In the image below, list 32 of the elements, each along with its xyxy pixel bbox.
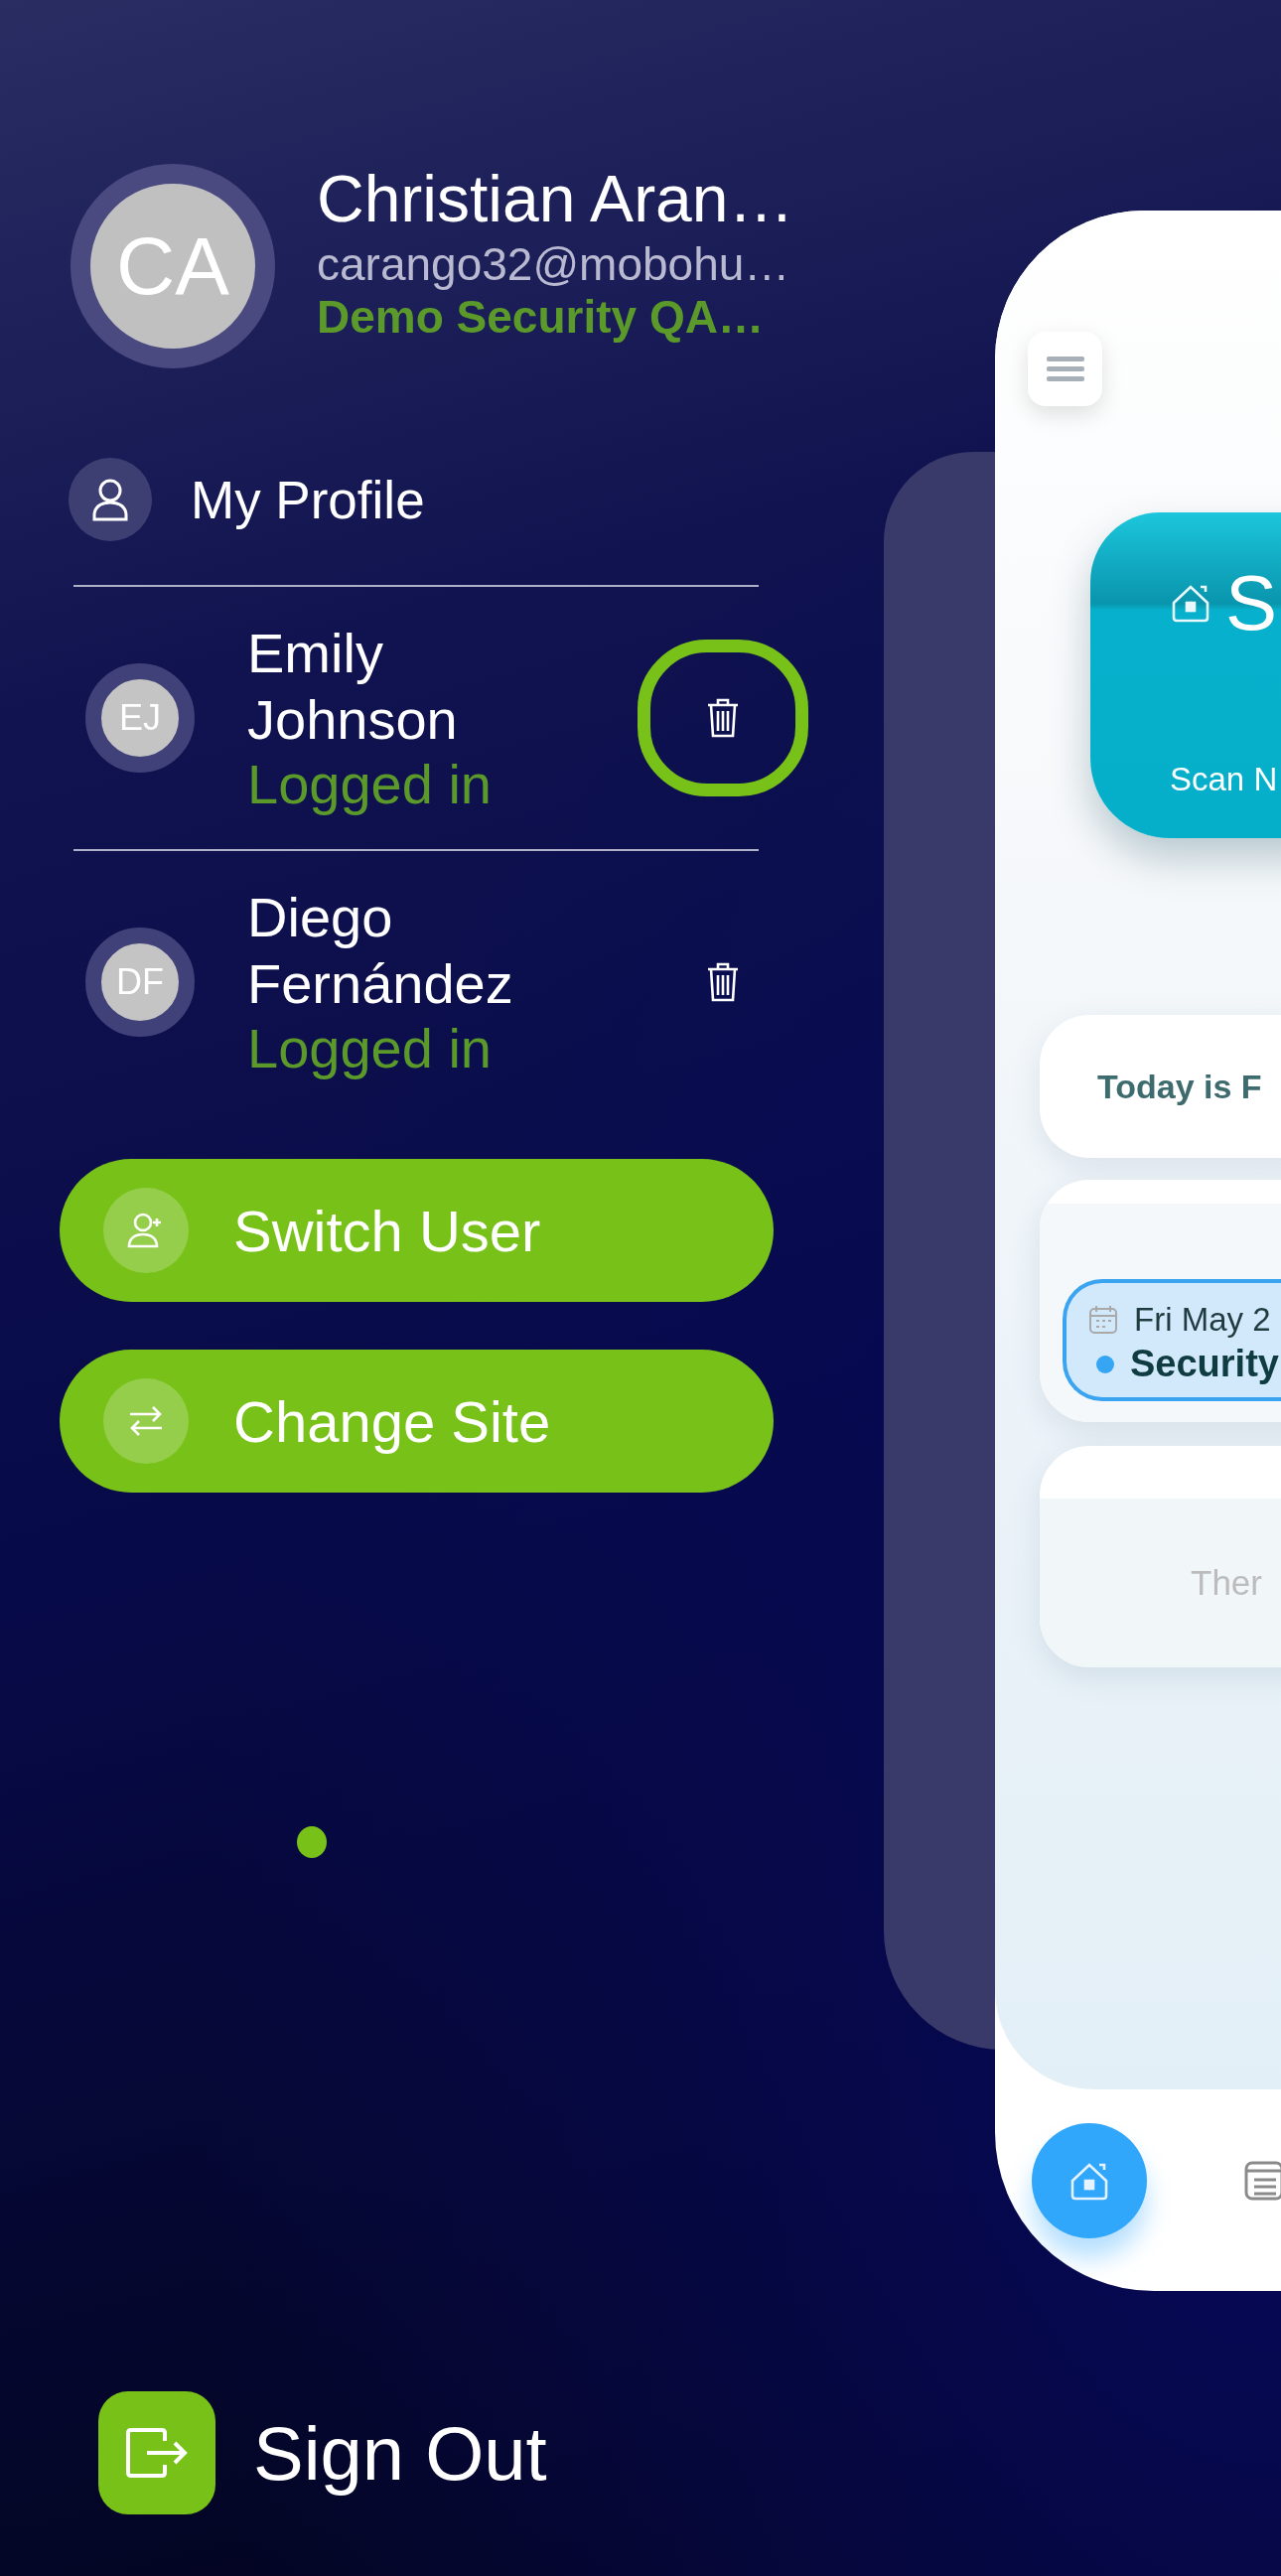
account-name: Diego Fernández xyxy=(247,884,514,1017)
delete-account-button[interactable] xyxy=(638,640,808,796)
page-indicator-dot xyxy=(297,1826,327,1858)
empty-message: Ther xyxy=(1191,1563,1262,1603)
account-avatar: EJ xyxy=(85,663,195,773)
menu-icon xyxy=(1046,354,1084,384)
account-status: Logged in xyxy=(247,753,493,817)
user-email: carango32@mobohu… xyxy=(317,237,791,291)
house-icon xyxy=(1170,583,1211,623)
site-name: Demo Security QA… xyxy=(317,290,765,344)
event-chip[interactable]: Fri May 2 Security xyxy=(1063,1279,1281,1401)
account-status: Logged in xyxy=(247,1017,493,1081)
user-icon xyxy=(90,478,130,521)
account-name: Emily Johnson xyxy=(247,620,459,753)
home-tab[interactable] xyxy=(1032,2122,1147,2238)
user-name: Christian Aran… xyxy=(317,160,794,237)
exit-icon xyxy=(125,2427,189,2479)
calendar-icon xyxy=(1088,1305,1118,1335)
my-profile-link[interactable]: My Profile xyxy=(69,458,874,541)
event-title: Security xyxy=(1130,1343,1279,1385)
user-avatar: CA xyxy=(71,164,275,368)
banner-title: S xyxy=(1225,564,1278,642)
banner-subtitle: Scan N xyxy=(1170,761,1279,798)
date-text: Today is F xyxy=(1097,1067,1262,1106)
sign-out-button[interactable]: Sign Out xyxy=(98,2391,874,2514)
account-avatar: DF xyxy=(85,928,195,1037)
event-date: Fri May 2 xyxy=(1134,1301,1271,1339)
menu-button[interactable] xyxy=(1028,332,1102,406)
status-dot-icon xyxy=(1096,1355,1114,1373)
list-icon xyxy=(1243,2159,1281,2202)
trash-icon xyxy=(706,697,740,739)
trash-icon xyxy=(706,961,740,1003)
